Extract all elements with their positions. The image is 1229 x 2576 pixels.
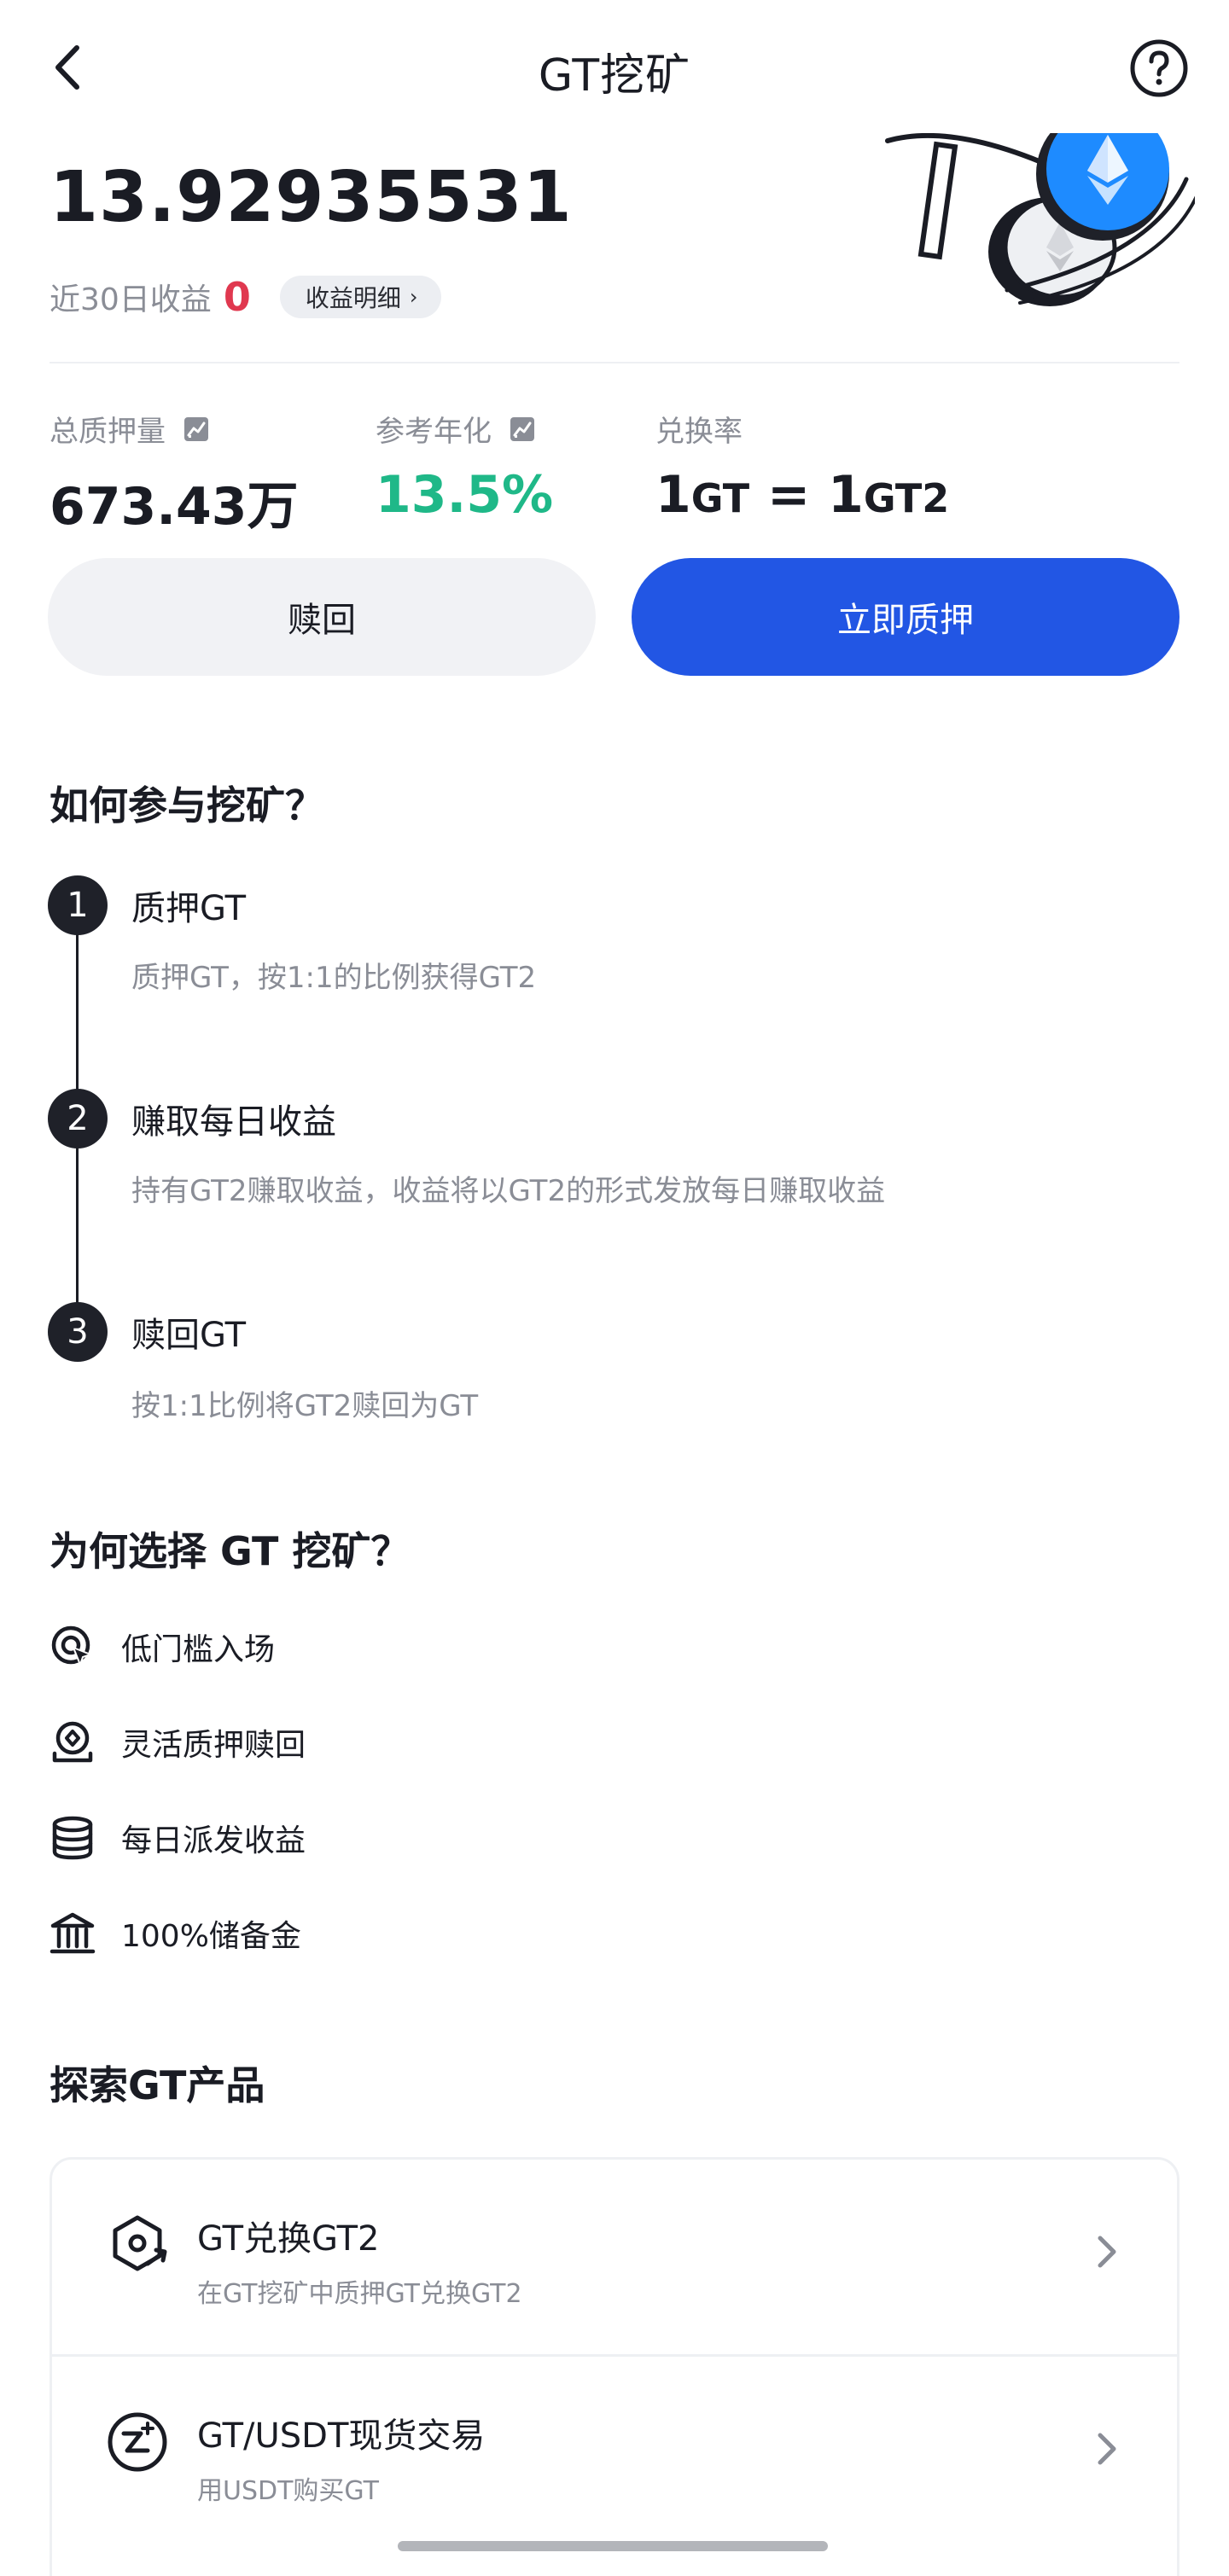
- product-row-gt-to-gt2[interactable]: GT兑换GT2 在GT挖矿中质押GT兑换GT2: [52, 2160, 1177, 2354]
- page-title: GT挖矿: [538, 50, 691, 102]
- exchange-rate-stat: 兑换率 1GT = 1GT2: [655, 408, 949, 525]
- summary-divider: [50, 362, 1179, 363]
- spot-trade-icon: [108, 2412, 167, 2472]
- home-indicator[interactable]: [398, 2541, 828, 2551]
- product-subtitle: 在GT挖矿中质押GT兑换GT2: [197, 2279, 522, 2309]
- apr-value: 13.5%: [376, 465, 554, 525]
- product-subtitle: 用USDT购买GT: [197, 2476, 379, 2506]
- navigation-bar: GT挖矿: [0, 0, 1229, 133]
- step-3-desc: 按1:1比例将GT2赎回为GT: [131, 1389, 479, 1423]
- why-title: 为何选择 GT 挖矿？: [50, 1528, 411, 1574]
- why-item-flexible: 灵活质押赎回: [50, 1717, 306, 1768]
- total-staked-stat: 总质押量 673.43万: [50, 408, 299, 539]
- chevron-right-icon: [1098, 2236, 1116, 2268]
- step-3-title: 赎回GT: [131, 1316, 247, 1355]
- chevron-right-icon: [1098, 2433, 1116, 2465]
- total-staked-value: 673.43万: [50, 477, 299, 537]
- product-title: GT兑换GT2: [197, 2219, 380, 2259]
- recent-earnings-row: 近30日收益 0 收益明细 ›: [50, 273, 442, 321]
- why-item-low-threshold: 低门槛入场: [50, 1621, 275, 1672]
- how-to-title: 如何参与挖矿？: [50, 782, 324, 829]
- target-cursor-icon: [51, 1625, 93, 1667]
- coin-stand-icon: [52, 1721, 93, 1763]
- recent-earnings-value: 0: [223, 274, 251, 320]
- why-item-label: 低门槛入场: [121, 1632, 276, 1667]
- chart-icon[interactable]: [509, 416, 536, 443]
- step-1-desc: 质押GT，按1:1的比例获得GT2: [131, 961, 537, 995]
- earnings-detail-label: 收益明细: [305, 284, 401, 312]
- help-icon[interactable]: [1128, 38, 1190, 99]
- mining-illustration: [885, 128, 1195, 306]
- chart-icon[interactable]: [183, 416, 210, 443]
- step-1-badge: 1: [48, 875, 108, 935]
- total-staked-label: 总质押量: [50, 415, 166, 449]
- gt-mining-page: 13.92935531 近30日收益 0 收益明细 › GT挖矿 总质押量 67…: [0, 0, 1229, 2576]
- earnings-detail-button[interactable]: 收益明细 ›: [279, 276, 442, 318]
- earnings-value: 13.92935531: [50, 157, 573, 238]
- explore-title: 探索GT产品: [50, 2062, 265, 2108]
- step-2-badge: 2: [48, 1089, 108, 1148]
- why-item-label: 灵活质押赎回: [121, 1728, 306, 1763]
- redeem-button[interactable]: 赎回: [48, 558, 596, 676]
- explore-products-card: GT兑换GT2 在GT挖矿中质押GT兑换GT2 GT/USDT现货交易 用USD…: [50, 2157, 1179, 2576]
- step-1-title: 质押GT: [131, 889, 247, 928]
- exchange-rate-label: 兑换率: [655, 415, 743, 449]
- why-item-label: 每日派发收益: [121, 1823, 306, 1858]
- recent-earnings-label: 近30日收益: [50, 282, 212, 317]
- product-row-spot-trade[interactable]: GT/USDT现货交易 用USDT购买GT: [52, 2357, 1177, 2551]
- why-item-daily: 每日派发收益: [50, 1812, 306, 1864]
- step-2-title: 赚取每日收益: [131, 1102, 336, 1142]
- exchange-rate-value: 1GT = 1GT2: [655, 465, 950, 525]
- product-title: GT/USDT现货交易: [197, 2416, 486, 2456]
- stake-now-button[interactable]: 立即质押: [632, 558, 1179, 676]
- chevron-right-icon: ›: [409, 285, 418, 309]
- exchange-hexagon-icon: [113, 2215, 167, 2271]
- coin-stack-icon: [52, 1816, 93, 1860]
- apr-label: 参考年化: [376, 415, 492, 449]
- step-2-desc: 持有GT2赚取收益，收益将以GT2的形式发放每日赚取收益: [131, 1174, 886, 1208]
- apr-stat: 参考年化 13.5%: [376, 408, 553, 525]
- why-item-reserve: 100%储备金: [50, 1908, 301, 1959]
- bank-icon: [50, 1912, 96, 1954]
- step-3-badge: 3: [48, 1302, 108, 1362]
- why-item-label: 100%储备金: [121, 1919, 301, 1954]
